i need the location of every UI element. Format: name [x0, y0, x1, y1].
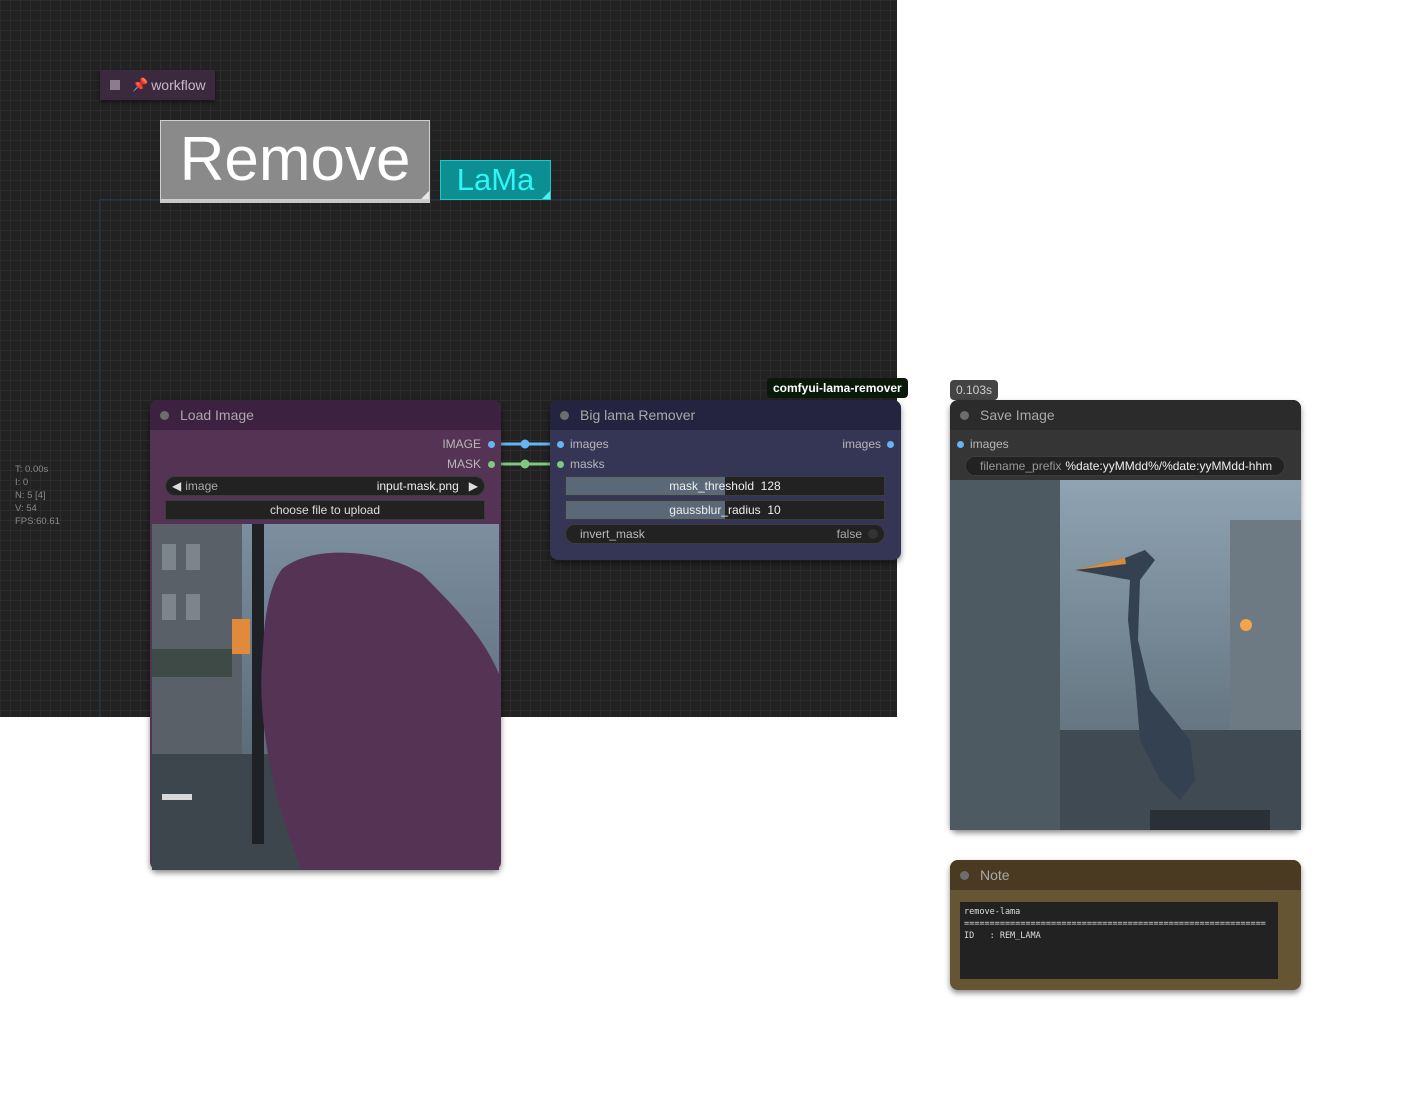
save-image-title: Save Image — [980, 407, 1055, 423]
collapse-dot-icon[interactable] — [560, 410, 569, 420]
lama-remover-title: Big lama Remover — [580, 407, 696, 423]
image-widget-label: image — [185, 479, 218, 493]
output-preview-image — [950, 480, 1301, 830]
image-combo-widget[interactable]: ◀ image input-mask.png ▶ — [165, 476, 485, 496]
collapse-dot-icon[interactable] — [960, 870, 969, 880]
save-image-node[interactable]: Save Image images filename_prefix %date:… — [950, 400, 1301, 830]
output-image-port[interactable] — [488, 441, 495, 448]
image-widget-value: input-mask.png — [376, 479, 459, 493]
gaussblur-radius-value: 10 — [767, 503, 781, 517]
mask-threshold-value: 128 — [760, 479, 781, 493]
gaussblur-radius-slider[interactable]: gaussblur_radius 10 — [565, 500, 885, 520]
collapse-dot-icon[interactable] — [160, 410, 169, 420]
note-line-1: remove-lama — [964, 907, 1021, 917]
mask-threshold-slider[interactable]: mask_threshold 128 — [565, 476, 885, 496]
lama-remover-node[interactable]: Big lama Remover images masks images mas… — [550, 400, 901, 560]
output-images-label: images — [842, 437, 881, 451]
mask-threshold-label: mask_threshold — [669, 479, 754, 493]
toggle-knob-icon — [868, 529, 878, 539]
note-line-2: ========================================… — [964, 919, 1266, 929]
load-image-title: Load Image — [180, 407, 254, 423]
invert-mask-value: false — [836, 527, 862, 541]
load-image-node[interactable]: Load Image IMAGE MASK ◀ image input-mask… — [150, 400, 501, 870]
input-images-label: images — [970, 437, 1009, 451]
next-arrow-icon[interactable]: ▶ — [469, 479, 478, 493]
filename-prefix-field[interactable]: filename_prefix %date:yyMMdd%/%date:yyMM… — [965, 456, 1285, 476]
collapse-dot-icon[interactable] — [960, 410, 969, 420]
mask-link-midpoint — [520, 459, 530, 469]
note-title-bar[interactable]: Note — [950, 860, 1301, 890]
invert-mask-toggle[interactable]: invert_mask false — [565, 524, 885, 544]
note-title: Note — [980, 867, 1010, 883]
input-images-label: images — [570, 437, 609, 451]
output-image-label: IMAGE — [442, 437, 481, 451]
prev-arrow-icon[interactable]: ◀ — [172, 479, 181, 493]
upload-button[interactable]: choose file to upload — [165, 500, 485, 520]
input-images-port[interactable] — [957, 441, 964, 448]
exec-time-badge: 0.103s — [950, 380, 999, 400]
filename-prefix-label: filename_prefix — [980, 459, 1062, 473]
input-masks-port[interactable] — [557, 461, 564, 468]
invert-mask-label: invert_mask — [580, 527, 645, 541]
gaussblur-radius-label: gaussblur_radius — [669, 503, 761, 517]
lama-remover-title-bar[interactable]: Big lama Remover — [550, 400, 901, 430]
input-masks-label: masks — [570, 457, 605, 471]
output-mask-port[interactable] — [488, 461, 495, 468]
load-image-title-bar[interactable]: Load Image — [150, 400, 501, 430]
output-mask-label: MASK — [446, 457, 481, 471]
note-node[interactable]: Note remove-lama =======================… — [950, 860, 1301, 990]
note-line-3: ID : REM_LAMA — [964, 931, 1041, 941]
package-tooltip: comfyui-lama-remover — [767, 378, 908, 398]
image-link-midpoint — [520, 439, 530, 449]
input-images-port[interactable] — [557, 441, 564, 448]
preview-image — [152, 524, 499, 870]
note-text-area[interactable]: remove-lama ============================… — [960, 902, 1278, 979]
output-images-port[interactable] — [887, 441, 894, 448]
save-image-title-bar[interactable]: Save Image — [950, 400, 1301, 430]
filename-prefix-value: %date:yyMMdd%/%date:yyMMdd-hhm — [1065, 459, 1273, 473]
